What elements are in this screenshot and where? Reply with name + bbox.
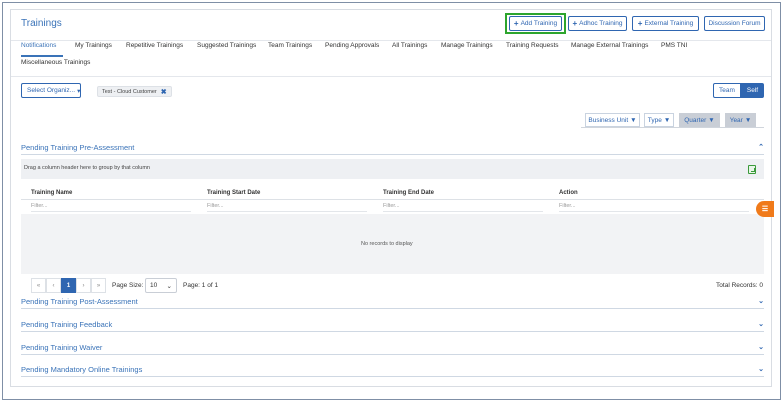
select-organization-label: Select Organiz... [27, 87, 76, 94]
add-training-button[interactable]: + Add Training [509, 16, 562, 31]
title-divider [11, 40, 771, 41]
header-divider [21, 199, 764, 200]
tab-pms-tni[interactable]: PMS TNI [661, 42, 687, 49]
page-info: Page: 1 of 1 [183, 282, 219, 289]
column-header-action[interactable]: Action [559, 190, 578, 196]
filter-icon: ▼ [663, 116, 671, 124]
total-records: Total Records: 0 [716, 282, 763, 289]
section-pre-assessment-title: Pending Training Pre-Assessment [21, 143, 135, 152]
section-divider [21, 154, 764, 155]
section-divider [21, 331, 764, 332]
chevron-down-icon[interactable]: ⌄ [758, 365, 764, 373]
remove-chip-icon[interactable]: ✖ [161, 88, 167, 96]
team-toggle[interactable]: Team [713, 83, 741, 98]
external-training-button[interactable]: + External Training [632, 16, 699, 31]
section-feedback-title: Pending Training Feedback [21, 320, 113, 329]
type-label: Type [647, 116, 662, 124]
filter-start-date[interactable]: Filter... [207, 203, 224, 209]
no-records-message: No records to display [361, 241, 413, 247]
organization-chip: Test - Cloud Customer ✖ [97, 86, 172, 97]
column-header-end-date[interactable]: Training End Date [383, 190, 434, 196]
pager-prev-button[interactable]: ‹ [46, 278, 61, 293]
section-post-assessment-title: Pending Training Post-Assessment [21, 297, 138, 306]
section-waiver-header[interactable]: Pending Training Waiver ⌄ [21, 343, 764, 352]
adhoc-training-button[interactable]: + Adhoc Training [568, 16, 627, 31]
business-unit-filter[interactable]: Business Unit ▼ [585, 113, 640, 127]
tab-training-requests[interactable]: Training Requests [506, 42, 559, 49]
quarter-filter[interactable]: Quarter ▼ [679, 113, 720, 127]
chevron-up-icon[interactable]: ⌃ [758, 143, 764, 151]
discussion-forum-label: Discussion Forum [708, 20, 761, 27]
page-size-value: 10 [150, 282, 158, 289]
page-size-label: Page Size: [112, 282, 144, 289]
filter-underline [559, 211, 749, 212]
filter-end-date[interactable]: Filter... [383, 203, 400, 209]
tabs-divider [11, 76, 771, 77]
chevron-down-icon[interactable]: ⌄ [758, 320, 764, 328]
column-header-start-date[interactable]: Training Start Date [207, 190, 260, 196]
add-training-label: Add Training [520, 20, 558, 27]
type-filter[interactable]: Type ▼ [644, 113, 674, 127]
year-filter[interactable]: Year ▼ [725, 113, 756, 127]
excel-export-icon[interactable] [748, 165, 756, 174]
external-training-label: External Training [644, 20, 694, 27]
group-by-hint: Drag a column header here to group by th… [24, 165, 150, 171]
section-mandatory-header[interactable]: Pending Mandatory Online Trainings ⌄ [21, 365, 764, 374]
filter-training-name[interactable]: Filter... [31, 203, 48, 209]
page-title: Trainings [21, 18, 62, 29]
tab-all-trainings[interactable]: All Trainings [392, 42, 427, 49]
discussion-forum-button[interactable]: Discussion Forum [704, 16, 765, 31]
tab-miscellaneous-trainings[interactable]: Miscellaneous Trainings [21, 59, 90, 66]
tab-my-trainings[interactable]: My Trainings [75, 42, 112, 49]
filter-underline [31, 211, 191, 212]
tab-pending-approvals[interactable]: Pending Approvals [325, 42, 379, 49]
filter-action[interactable]: Filter... [559, 203, 576, 209]
help-side-tab[interactable]: ☰ [756, 201, 774, 217]
filter-divider [581, 127, 764, 128]
chevron-down-icon[interactable]: ⌄ [758, 343, 764, 351]
plus-icon: + [572, 18, 578, 28]
section-waiver-title: Pending Training Waiver [21, 343, 103, 352]
section-pre-assessment-header[interactable]: Pending Training Pre-Assessment ⌃ [21, 143, 764, 152]
business-unit-label: Business Unit [588, 116, 629, 124]
chevron-down-icon[interactable]: ⌄ [758, 297, 764, 305]
tab-suggested-trainings[interactable]: Suggested Trainings [197, 42, 256, 49]
pager-last-button[interactable]: » [91, 278, 106, 293]
active-tab-indicator [21, 55, 63, 57]
window-frame: Trainings + Add Training + Adhoc Trainin… [2, 2, 781, 400]
trainings-panel: Trainings + Add Training + Adhoc Trainin… [10, 9, 772, 387]
tab-team-trainings[interactable]: Team Trainings [268, 42, 312, 49]
section-divider [21, 376, 764, 377]
page-size-select[interactable]: 10 ⌄ [145, 278, 177, 293]
filter-icon: ▼ [708, 116, 715, 124]
tab-repetitive-trainings[interactable]: Repetitive Trainings [126, 42, 183, 49]
section-divider [21, 308, 764, 309]
quarter-label: Quarter [684, 116, 707, 124]
column-header-training-name[interactable]: Training Name [31, 190, 72, 196]
organization-chip-label: Test - Cloud Customer [102, 88, 157, 95]
pager-first-button[interactable]: « [31, 278, 46, 293]
filter-underline [207, 211, 367, 212]
filter-icon: ▼ [630, 116, 637, 124]
filter-icon: ▼ [744, 116, 752, 124]
widget-icon: ☰ [761, 206, 769, 213]
tab-manage-trainings[interactable]: Manage Trainings [441, 42, 493, 49]
plus-icon: + [637, 18, 643, 28]
section-mandatory-title: Pending Mandatory Online Trainings [21, 365, 143, 374]
year-label: Year [729, 116, 743, 124]
chevron-down-icon: ⌄ [166, 282, 172, 290]
pager-next-button[interactable]: › [76, 278, 91, 293]
section-post-assessment-header[interactable]: Pending Training Post-Assessment ⌄ [21, 297, 764, 306]
self-toggle[interactable]: Self [741, 83, 764, 98]
section-feedback-header[interactable]: Pending Training Feedback ⌄ [21, 320, 764, 329]
filter-underline [383, 211, 543, 212]
tab-manage-external-trainings[interactable]: Manage External Trainings [571, 42, 648, 49]
adhoc-training-label: Adhoc Training [579, 20, 623, 27]
plus-icon: + [513, 18, 519, 28]
pager-page-1[interactable]: 1 [61, 278, 76, 293]
section-divider [21, 354, 764, 355]
tab-notifications[interactable]: Notifications [21, 42, 56, 49]
caret-down-icon: ▾ [77, 87, 81, 95]
select-organization-dropdown[interactable]: Select Organiz... ▾ [21, 83, 81, 98]
